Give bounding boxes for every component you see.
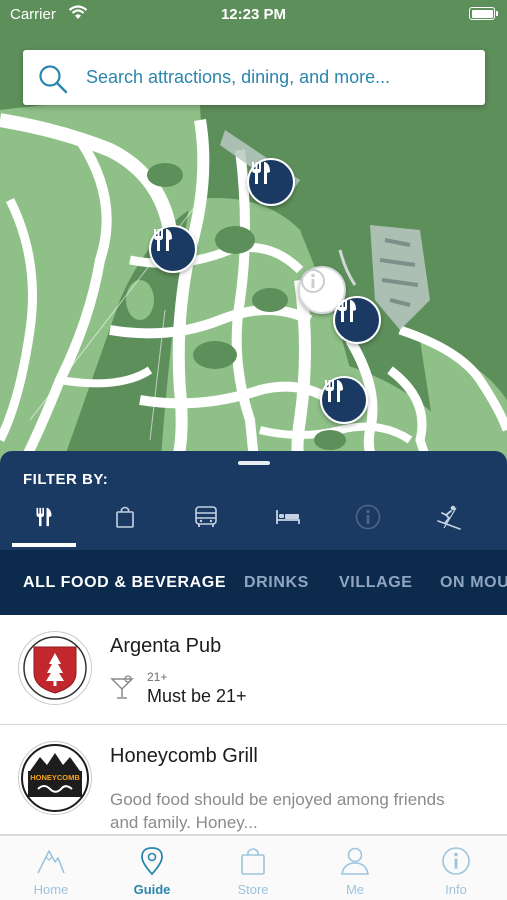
mountain-icon xyxy=(37,850,65,874)
tab-home[interactable]: Home xyxy=(6,842,96,900)
fork-knife-icon xyxy=(154,229,172,251)
tab-guide-label: Guide xyxy=(133,882,171,897)
tab-info[interactable]: Info xyxy=(411,842,501,900)
list-item[interactable]: HONEYCOMB Honeycomb Grill Good food shou… xyxy=(0,725,507,835)
category-tab-village[interactable]: VILLAGE xyxy=(339,574,413,592)
fork-knife-icon xyxy=(325,380,343,402)
map-pin-icon xyxy=(141,847,163,876)
venue-list: Argenta Pub 21+ Must be 21+ HONEYCOMB Ho… xyxy=(0,615,507,835)
info-icon xyxy=(301,269,325,293)
category-tabs: ALL FOOD & BEVERAGE DRINKS VILLAGE ON MO… xyxy=(0,550,507,615)
filter-icon-row xyxy=(0,497,507,550)
age-badge: 21+ xyxy=(147,670,168,684)
tab-guide[interactable]: Guide xyxy=(107,842,197,900)
venue-title: Honeycomb Grill xyxy=(110,745,258,767)
filter-dining-button[interactable] xyxy=(12,497,76,537)
filter-sheet[interactable]: FILTER BY: xyxy=(0,451,507,550)
tab-home-label: Home xyxy=(33,882,69,897)
status-bar: Carrier 12:23 PM xyxy=(0,0,507,30)
honeycomb-grill-logo: HONEYCOMB xyxy=(18,741,92,815)
person-icon xyxy=(341,847,369,875)
shopping-bag-icon xyxy=(241,848,265,875)
map-marker-dining[interactable] xyxy=(247,158,295,206)
bus-icon xyxy=(195,506,217,527)
filter-info-button[interactable] xyxy=(336,497,400,537)
age-requirement: Must be 21+ xyxy=(147,686,247,706)
filter-label: FILTER BY: xyxy=(23,471,109,488)
map-marker-dining[interactable] xyxy=(333,296,381,344)
fork-knife-icon xyxy=(252,162,270,184)
filter-lodging-button[interactable] xyxy=(256,497,320,537)
svg-text:HONEYCOMB: HONEYCOMB xyxy=(30,773,80,782)
tab-me-label: Me xyxy=(345,882,365,897)
info-icon xyxy=(442,847,470,875)
tab-me[interactable]: Me xyxy=(310,842,400,900)
search-bar[interactable] xyxy=(23,50,485,105)
tab-bar: Home Guide Store Me Info xyxy=(0,835,507,900)
filter-transport-button[interactable] xyxy=(174,497,238,537)
tab-info-label: Info xyxy=(445,882,467,897)
cocktail-icon xyxy=(110,675,134,699)
search-input[interactable] xyxy=(86,50,476,105)
clock: 12:23 PM xyxy=(220,6,287,23)
venue-title: Argenta Pub xyxy=(110,635,222,657)
map-marker-dining[interactable] xyxy=(320,376,368,424)
search-icon xyxy=(39,65,68,94)
venue-description: Good food should be enjoyed among friend… xyxy=(110,790,445,832)
category-tab-drinks[interactable]: DRINKS xyxy=(244,574,309,592)
argenta-pub-logo xyxy=(18,631,92,705)
filter-skiing-button[interactable] xyxy=(417,497,481,537)
selected-filter-indicator xyxy=(12,543,76,547)
shopping-bag-icon xyxy=(116,506,134,528)
fork-knife-icon xyxy=(36,507,52,527)
category-tab-on-mountain[interactable]: ON MOUNTAIN xyxy=(440,574,507,592)
filter-shopping-button[interactable] xyxy=(93,497,157,537)
info-icon xyxy=(355,504,381,530)
tab-store-label: Store xyxy=(237,882,269,897)
fork-knife-icon xyxy=(338,300,356,322)
skier-icon xyxy=(437,505,461,530)
tab-store[interactable]: Store xyxy=(208,842,298,900)
bed-icon xyxy=(276,510,300,524)
battery-icon xyxy=(469,7,498,20)
map-marker-dining[interactable] xyxy=(149,225,197,273)
list-item[interactable]: Argenta Pub 21+ Must be 21+ xyxy=(0,615,507,725)
guide-screen: Carrier 12:23 PM FILTER BY: xyxy=(0,0,507,900)
drag-handle[interactable] xyxy=(238,461,270,465)
category-tab-all-food[interactable]: ALL FOOD & BEVERAGE xyxy=(23,574,226,592)
